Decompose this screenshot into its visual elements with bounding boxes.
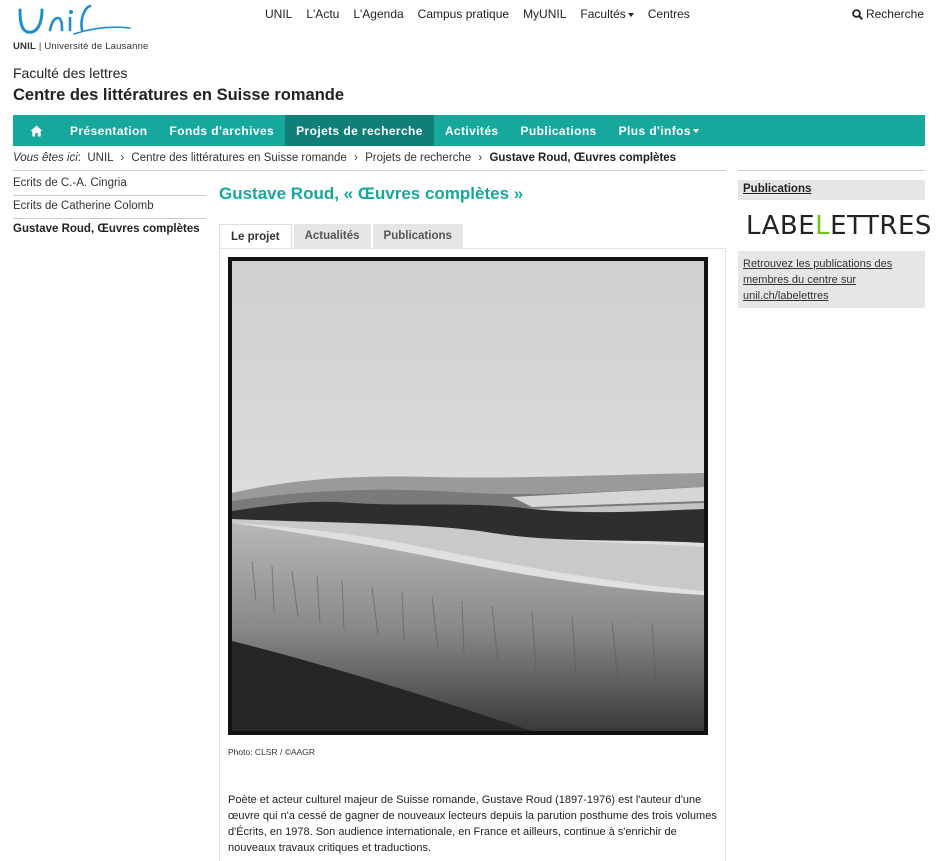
landscape-photo-image	[232, 261, 704, 731]
chevron-right-icon: ›	[354, 152, 358, 164]
divider	[13, 170, 726, 171]
nav-presentation[interactable]: Présentation	[59, 115, 159, 146]
tab-publications[interactable]: Publications	[372, 224, 463, 248]
breadcrumb: Vous êtes ici: UNIL › Centre des littéra…	[13, 152, 677, 164]
search-icon	[852, 8, 863, 20]
nav-publications[interactable]: Publications	[509, 115, 607, 146]
page-title: Gustave Roud, « Œuvres complètes »	[219, 184, 524, 203]
labelettres-logo[interactable]: LABELETTRES	[746, 211, 932, 241]
topnav-myunil[interactable]: MyUNIL	[523, 7, 566, 21]
photo-caption: Photo: CLSR / ©AAGR	[228, 747, 316, 757]
chevron-right-icon: ›	[120, 152, 125, 164]
topnav-centres[interactable]: Centres	[648, 7, 690, 21]
top-navigation: UNIL L'Actu L'Agenda Campus pratique MyU…	[265, 7, 704, 21]
home-button[interactable]	[13, 115, 59, 146]
chevron-down-icon	[692, 128, 699, 133]
nav-projets-recherche[interactable]: Projets de recherche	[285, 115, 434, 146]
unil-logo-mark	[18, 4, 131, 35]
nav-fonds-archives[interactable]: Fonds d'archives	[159, 115, 286, 146]
intro-paragraph: Poète et acteur culturel majeur de Suiss…	[228, 794, 717, 854]
breadcrumb-item-unil[interactable]: UNIL	[87, 152, 113, 164]
breadcrumb-item-centre[interactable]: Centre des littératures en Suisse romand…	[131, 152, 346, 164]
landscape-photo	[228, 257, 708, 735]
topnav-agenda[interactable]: L'Agenda	[353, 7, 403, 21]
breadcrumb-item-projets[interactable]: Projets de recherche	[365, 152, 471, 164]
topnav-campus-pratique[interactable]: Campus pratique	[418, 7, 509, 21]
topnav-facultes[interactable]: Facultés	[580, 7, 634, 21]
search-label: Recherche	[865, 7, 924, 21]
publications-box-title[interactable]: Publications	[738, 180, 925, 200]
labelettres-link[interactable]: Retrouvez les publications des membres d…	[738, 251, 925, 308]
sidebar-item-roud[interactable]: Gustave Roud, Œuvres complètes	[13, 219, 206, 242]
faculty-name[interactable]: Faculté des lettres	[13, 65, 127, 81]
nav-activites[interactable]: Activités	[434, 115, 510, 146]
tab-actualites[interactable]: Actualités	[293, 224, 371, 248]
sidebar-navigation: Ecrits de C.-A. Cingria Ecrits de Cather…	[13, 173, 206, 242]
tab-bar: Le projet Actualités Publications	[219, 224, 465, 248]
breadcrumb-current: Gustave Roud, Œuvres complètes	[489, 152, 677, 164]
sidebar-item-cingria[interactable]: Ecrits de C.-A. Cingria	[13, 173, 206, 196]
unil-logo[interactable]: UNIL | Université de Lausanne	[12, 4, 162, 54]
home-icon	[30, 125, 42, 136]
topnav-unil[interactable]: UNIL	[265, 7, 292, 21]
tab-le-projet[interactable]: Le projet	[219, 224, 292, 248]
sidebar-item-colomb[interactable]: Ecrits de Catherine Colomb	[13, 196, 206, 219]
chevron-right-icon: ›	[478, 152, 483, 164]
topnav-actu[interactable]: L'Actu	[306, 7, 339, 21]
main-navigation: Présentation Fonds d'archives Projets de…	[13, 115, 925, 146]
chevron-down-icon	[627, 12, 634, 17]
divider	[738, 170, 925, 171]
breadcrumb-prefix: Vous êtes ici	[13, 152, 78, 164]
site-title[interactable]: Centre des littératures en Suisse romand…	[13, 86, 344, 105]
search-button[interactable]: Recherche	[852, 7, 924, 21]
logo-subtitle: UNIL | Université de Lausanne	[13, 41, 149, 52]
nav-plus-infos[interactable]: Plus d'infos	[608, 115, 710, 146]
